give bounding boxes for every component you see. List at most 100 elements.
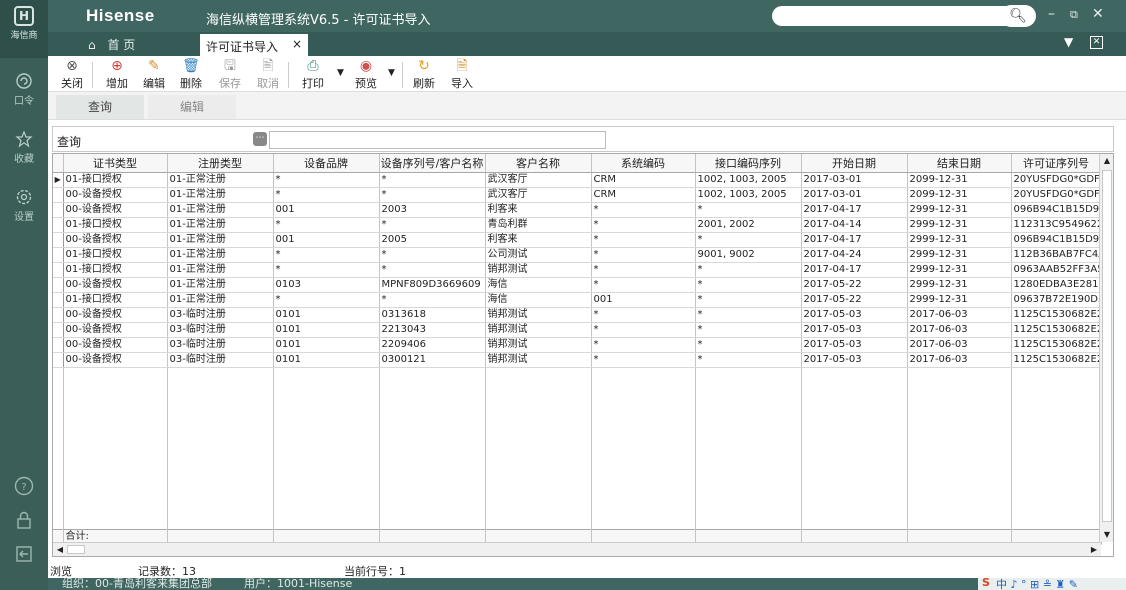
lock-button[interactable] (0, 510, 48, 533)
table-cell[interactable]: * (695, 262, 802, 278)
table-cell[interactable]: 03-临时注册 (167, 322, 274, 338)
table-cell[interactable]: 1125C1530682E2F7 (1011, 322, 1102, 338)
table-cell[interactable]: 2209406 (379, 337, 486, 353)
tab-query[interactable]: 查询 (56, 95, 144, 119)
table-cell[interactable]: 00-设备授权 (63, 202, 168, 218)
search-button[interactable]: 🔍︎ (1000, 5, 1036, 27)
table-cell[interactable]: 1280EDBA3E281D96 (1011, 277, 1102, 293)
table-row[interactable]: 00-设备授权 03-临时注册 0101 2209406 销邦测试 * * 2017-05-0… (53, 337, 1102, 353)
tab-close-icon[interactable]: × (292, 37, 302, 51)
table-cell[interactable]: 销邦测试 (485, 352, 592, 368)
table-cell[interactable]: * (379, 292, 486, 308)
row-indicator[interactable] (53, 292, 64, 308)
table-cell[interactable]: 2017-05-22 (801, 277, 908, 293)
table-cell[interactable]: CRM (591, 187, 696, 203)
table-row[interactable]: 00-设备授权 03-临时注册 0101 0313618 销邦测试 * * 2017-05-0… (53, 307, 1102, 323)
table-row[interactable]: 01-接口授权 01-正常注册 * * 海信 001 * 2017-05-22 2999-12-… (53, 292, 1102, 308)
table-cell[interactable]: 01-正常注册 (167, 292, 274, 308)
current-row-indicator-icon[interactable]: ▶ (53, 172, 64, 188)
row-indicator[interactable] (53, 337, 64, 353)
table-cell[interactable]: 1125C1530682E2F7 (1011, 307, 1102, 323)
table-cell[interactable]: 2999-12-31 (907, 292, 1012, 308)
table-cell[interactable]: * (695, 292, 802, 308)
table-cell[interactable]: 0101 (273, 352, 380, 368)
table-cell[interactable]: 001 (273, 202, 380, 218)
table-cell[interactable]: 09637B72E190D529 (1011, 292, 1102, 308)
table-cell[interactable]: 0103 (273, 277, 380, 293)
table-cell[interactable]: 1125C1530682E2F7 (1011, 337, 1102, 353)
row-indicator[interactable] (53, 322, 64, 338)
table-cell[interactable]: 01-接口授权 (63, 172, 168, 188)
table-cell[interactable]: 2003 (379, 202, 486, 218)
table-cell[interactable]: 2017-06-03 (907, 337, 1012, 353)
table-cell[interactable]: 2017-04-17 (801, 232, 908, 248)
table-cell[interactable]: MPNF809D3669609 (379, 277, 486, 293)
table-cell[interactable]: 0101 (273, 337, 380, 353)
table-cell[interactable]: 00-设备授权 (63, 322, 168, 338)
table-cell[interactable]: 0313618 (379, 307, 486, 323)
table-cell[interactable]: 2017-04-14 (801, 217, 908, 233)
table-cell[interactable]: 青岛利群 (485, 217, 592, 233)
table-row[interactable]: 01-接口授权 01-正常注册 * * 青岛利群 * 2001, 2002 2017-04-1… (53, 217, 1102, 233)
sidebar-item-settings[interactable]: 设置 (0, 188, 48, 223)
table-cell[interactable]: 01-正常注册 (167, 232, 274, 248)
table-cell[interactable]: 0101 (273, 307, 380, 323)
table-cell[interactable]: * (695, 277, 802, 293)
table-cell[interactable]: * (273, 187, 380, 203)
close-all-tabs-icon[interactable]: ✕ (1090, 36, 1103, 49)
table-cell[interactable]: * (695, 232, 802, 248)
row-indicator[interactable] (53, 217, 64, 233)
table-cell[interactable]: * (591, 277, 696, 293)
table-cell[interactable]: 1002, 1003, 2005 (695, 172, 802, 188)
table-row[interactable]: 01-接口授权 01-正常注册 * * 销邦测试 * * 2017-04-17 2999-12-… (53, 262, 1102, 278)
column-header[interactable]: 开始日期 (801, 154, 908, 173)
print-dropdown-icon[interactable]: ▼ (337, 68, 344, 78)
table-cell[interactable]: 1125C1530682E2F7 (1011, 352, 1102, 368)
table-cell[interactable]: 海信 (485, 292, 592, 308)
table-cell[interactable]: 0101 (273, 322, 380, 338)
table-cell[interactable]: 01-正常注册 (167, 187, 274, 203)
table-cell[interactable]: 01-正常注册 (167, 217, 274, 233)
column-header[interactable]: 客户名称 (485, 154, 592, 173)
table-cell[interactable]: 112313C954962229 (1011, 217, 1102, 233)
table-cell[interactable]: 销邦测试 (485, 322, 592, 338)
table-cell[interactable]: 公司测试 (485, 247, 592, 263)
table-cell[interactable]: 销邦测试 (485, 262, 592, 278)
horizontal-scrollbar[interactable]: ◀ ▶ (53, 542, 1101, 556)
table-cell[interactable]: * (591, 337, 696, 353)
table-cell[interactable]: 2001, 2002 (695, 217, 802, 233)
table-cell[interactable]: * (273, 217, 380, 233)
row-indicator[interactable] (53, 232, 64, 248)
table-cell[interactable]: * (273, 172, 380, 188)
row-indicator[interactable] (53, 202, 64, 218)
table-cell[interactable]: 096B94C1B15D9F2B (1011, 232, 1102, 248)
table-cell[interactable]: 112B36BAB7FC4AC0 (1011, 247, 1102, 263)
table-cell[interactable]: 001 (273, 232, 380, 248)
table-cell[interactable]: 00-设备授权 (63, 337, 168, 353)
delete-button[interactable]: 🗑︎ 删除 (175, 58, 207, 91)
table-cell[interactable]: 2099-12-31 (907, 187, 1012, 203)
table-cell[interactable]: * (591, 262, 696, 278)
tab-license-import[interactable]: 许可证书导入 × (200, 34, 308, 56)
table-cell[interactable]: * (591, 352, 696, 368)
table-cell[interactable]: 2999-12-31 (907, 262, 1012, 278)
scroll-down-icon[interactable]: ▼ (1100, 528, 1113, 542)
table-cell[interactable]: 0963AAB52FF3A5A7 (1011, 262, 1102, 278)
table-cell[interactable]: 2017-04-17 (801, 202, 908, 218)
table-cell[interactable]: * (591, 202, 696, 218)
table-row[interactable]: 00-设备授权 03-临时注册 0101 2213043 销邦测试 * * 2017-05-0… (53, 322, 1102, 338)
table-cell[interactable]: 武汉客厅 (485, 187, 592, 203)
table-cell[interactable]: 2017-05-22 (801, 292, 908, 308)
table-cell[interactable]: 2005 (379, 232, 486, 248)
table-cell[interactable]: * (273, 292, 380, 308)
scroll-up-icon[interactable]: ▲ (1100, 154, 1113, 168)
table-row[interactable]: 00-设备授权 01-正常注册 * * 武汉客厅 CRM 1002, 1003, 2005 2… (53, 187, 1102, 203)
refresh-button[interactable]: ↻ 刷新 (408, 58, 440, 91)
table-cell[interactable]: * (591, 247, 696, 263)
table-cell[interactable]: 01-接口授权 (63, 292, 168, 308)
close-button[interactable]: ⊗ 关闭 (56, 58, 88, 91)
row-indicator[interactable] (53, 187, 64, 203)
help-button[interactable]: ? (0, 476, 48, 499)
table-cell[interactable]: 03-临时注册 (167, 352, 274, 368)
table-cell[interactable]: * (379, 262, 486, 278)
